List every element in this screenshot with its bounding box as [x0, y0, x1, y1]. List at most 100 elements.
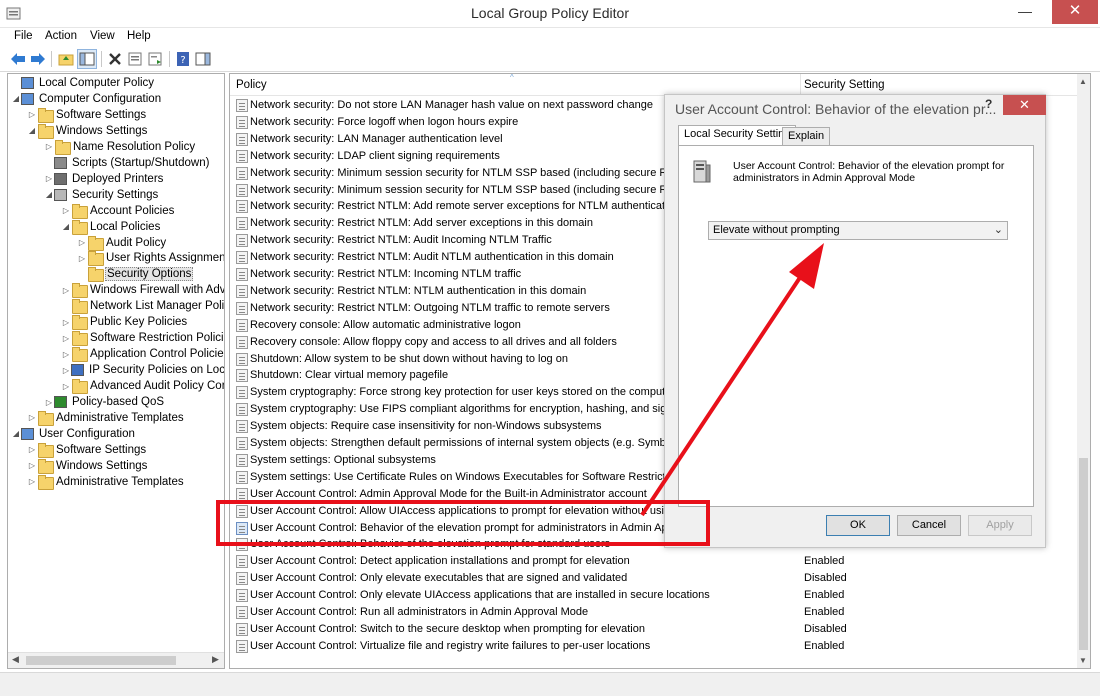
delete-button[interactable]: [105, 49, 125, 69]
tab-explain[interactable]: Explain: [782, 127, 831, 145]
policy-name: Shutdown: Allow system to be shut down w…: [250, 352, 568, 365]
tab-local-security-setting[interactable]: Local Security Setting: [678, 125, 797, 146]
tree-item-label: Administrative Templates: [56, 475, 184, 488]
expand-arrow-icon[interactable]: ▷: [27, 110, 37, 119]
tree-item[interactable]: ▷ Administrative Templates: [27, 410, 185, 426]
table-row[interactable]: User Account Control: Only elevate execu…: [234, 570, 1074, 587]
folder-icon: [87, 235, 104, 251]
tree-item[interactable]: ▷ Advanced Audit Policy Cor: [61, 378, 224, 395]
policy-setting-icon: [236, 487, 248, 501]
console-tree[interactable]: Local Computer Policy ◢ Computer Configura…: [7, 73, 225, 669]
tree-item[interactable]: ▷ Software Settings: [27, 107, 147, 123]
menu-help[interactable]: Help: [127, 30, 151, 42]
expand-arrow-icon[interactable]: ▷: [61, 334, 71, 343]
collapse-arrow-icon[interactable]: ◢: [11, 429, 21, 438]
policy-name: Network security: Minimum session securi…: [250, 183, 687, 196]
menu-file[interactable]: File: [14, 30, 33, 42]
tree-item[interactable]: ◢ Security Settings: [44, 187, 159, 203]
help-button[interactable]: ?: [173, 49, 193, 69]
table-row[interactable]: User Account Control: Virtualize file an…: [234, 638, 1074, 655]
expand-arrow-icon[interactable]: ▷: [27, 413, 37, 422]
menu-action[interactable]: Action: [45, 30, 77, 42]
expand-arrow-icon[interactable]: ▷: [61, 318, 71, 327]
tree-item[interactable]: Local Computer Policy: [11, 75, 155, 91]
minimize-button[interactable]: —: [1012, 0, 1038, 24]
expand-arrow-icon[interactable]: ▷: [61, 366, 71, 375]
tree-item[interactable]: ▷ Application Control Policie: [61, 346, 224, 363]
show-hide-tree-button[interactable]: [77, 49, 97, 69]
tree-item[interactable]: ▷ Software Settings: [27, 442, 147, 458]
column-divider[interactable]: [800, 74, 801, 96]
ok-button[interactable]: OK: [826, 515, 890, 536]
expand-arrow-icon[interactable]: ▷: [44, 174, 54, 183]
expand-arrow-icon[interactable]: ▷: [61, 286, 71, 295]
policy-description: User Account Control: Behavior of the el…: [733, 160, 1005, 184]
policy-setting-icon: [236, 572, 248, 586]
expand-arrow-icon[interactable]: ▷: [61, 206, 71, 215]
table-row[interactable]: User Account Control: Run all administra…: [234, 604, 1074, 621]
tree-item-label: Local Computer Policy: [39, 77, 155, 89]
expand-arrow-icon[interactable]: ▷: [27, 445, 37, 454]
policy-name: User Account Control: Switch to the secu…: [250, 622, 645, 635]
expand-arrow-icon[interactable]: ▷: [44, 398, 54, 407]
tree-item[interactable]: Network List Manager Polic: [61, 298, 224, 315]
collapse-arrow-icon[interactable]: ◢: [27, 126, 37, 135]
menu-view[interactable]: View: [90, 30, 115, 42]
scroll-thumb[interactable]: [26, 656, 176, 665]
scroll-down-icon[interactable]: ▼: [1079, 656, 1087, 665]
collapse-arrow-icon[interactable]: ◢: [61, 222, 71, 231]
close-button[interactable]: ✕: [1052, 0, 1098, 24]
show-hide-action-pane-button[interactable]: [193, 49, 213, 69]
tree-item[interactable]: ◢ Local Policies: [61, 219, 161, 235]
table-row[interactable]: User Account Control: Switch to the secu…: [234, 621, 1074, 638]
tree-item[interactable]: Security Options: [77, 266, 194, 283]
tree-item[interactable]: Scripts (Startup/Shutdown): [44, 155, 210, 171]
back-button[interactable]: [8, 49, 28, 69]
export-list-button[interactable]: [145, 49, 165, 69]
forward-button[interactable]: [28, 49, 48, 69]
tree-item[interactable]: ▷ Software Restriction Policie: [61, 330, 224, 347]
tree-item[interactable]: ▷ Name Resolution Policy: [44, 139, 196, 155]
expand-arrow-icon[interactable]: ▷: [27, 461, 37, 470]
tree-item[interactable]: ◢ Windows Settings: [27, 123, 148, 139]
table-row[interactable]: User Account Control: Detect application…: [234, 553, 1074, 570]
tree-item[interactable]: ◢ User Configuration: [11, 426, 136, 442]
dialog-close-button[interactable]: ✕: [1003, 95, 1046, 115]
tree-item[interactable]: ▷ Audit Policy: [77, 235, 167, 251]
column-header-policy[interactable]: Policy: [236, 79, 267, 91]
tree-item-label: IP Security Policies on Loca: [89, 364, 225, 377]
tree-item[interactable]: ▷ Windows Settings: [27, 458, 148, 474]
properties-button[interactable]: [125, 49, 145, 69]
expand-arrow-icon[interactable]: ▷: [27, 477, 37, 486]
dialog-help-button[interactable]: ?: [985, 97, 992, 111]
tree-item[interactable]: ▷ IP Security Policies on Loca: [61, 362, 225, 378]
folder-icon: [54, 139, 71, 155]
up-one-level-button[interactable]: [56, 49, 76, 69]
elevation-behavior-dropdown[interactable]: Elevate without prompting ⌄: [708, 221, 1008, 240]
scroll-left-icon[interactable]: ◀: [12, 654, 19, 665]
expand-arrow-icon[interactable]: ▷: [61, 350, 71, 359]
tree-item[interactable]: ▷ Deployed Printers: [44, 171, 164, 187]
tree-item[interactable]: ◢ Computer Configuration: [11, 91, 162, 107]
collapse-arrow-icon[interactable]: ◢: [44, 190, 54, 199]
expand-arrow-icon[interactable]: ▷: [61, 382, 71, 391]
collapse-arrow-icon[interactable]: ◢: [11, 94, 21, 103]
table-row[interactable]: User Account Control: Only elevate UIAcc…: [234, 587, 1074, 604]
scroll-up-icon[interactable]: ▲: [1079, 77, 1087, 86]
tree-horizontal-scrollbar[interactable]: ◀ ▶: [8, 652, 224, 668]
tree-item[interactable]: ▷ Windows Firewall with Adv: [61, 282, 224, 299]
tree-item[interactable]: ▷ Account Policies: [61, 203, 175, 219]
column-header-security-setting[interactable]: Security Setting: [804, 79, 885, 91]
scroll-right-icon[interactable]: ▶: [212, 654, 219, 665]
list-vertical-scrollbar[interactable]: ▲ ▼: [1077, 74, 1090, 668]
expand-arrow-icon[interactable]: ▷: [77, 254, 87, 263]
expand-arrow-icon[interactable]: ▷: [44, 142, 54, 151]
expand-arrow-icon[interactable]: ▷: [77, 238, 87, 247]
scroll-thumb[interactable]: [1079, 458, 1088, 650]
cancel-button[interactable]: Cancel: [897, 515, 961, 536]
tree-item[interactable]: ▷ Policy-based QoS: [44, 394, 165, 410]
tree-item-label: Policy-based QoS: [72, 396, 165, 408]
tree-item[interactable]: ▷ Administrative Templates: [27, 474, 185, 490]
tree-item[interactable]: ▷ Public Key Policies: [61, 314, 188, 331]
tree-item[interactable]: ▷ User Rights Assignment: [77, 250, 224, 267]
